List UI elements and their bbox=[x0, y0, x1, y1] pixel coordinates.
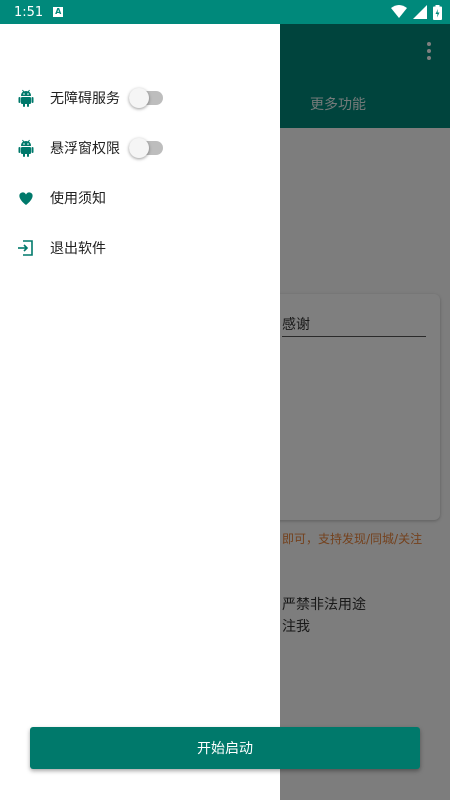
drawer-item-label: 退出软件 bbox=[50, 241, 106, 257]
drawer-item-accessibility[interactable]: 无障碍服务 bbox=[0, 73, 280, 123]
drawer-item-label: 悬浮窗权限 bbox=[50, 141, 120, 157]
drawer-item-exit[interactable]: 退出软件 bbox=[0, 223, 280, 273]
drawer-item-usage-notice[interactable]: 使用须知 bbox=[0, 173, 280, 223]
start-button[interactable]: 开始启动 bbox=[30, 727, 420, 769]
android-icon bbox=[18, 139, 34, 157]
battery-icon bbox=[433, 4, 442, 20]
notification-a-icon: A bbox=[53, 7, 64, 17]
android-icon bbox=[18, 89, 34, 107]
drawer-item-overlay-permission[interactable]: 悬浮窗权限 bbox=[0, 123, 280, 173]
drawer-item-label: 无障碍服务 bbox=[50, 91, 120, 107]
status-time: 1:51 bbox=[14, 4, 44, 20]
drawer-item-label: 使用须知 bbox=[50, 191, 106, 207]
wifi-icon bbox=[391, 5, 407, 18]
exit-icon bbox=[18, 240, 33, 256]
status-icons bbox=[391, 4, 442, 20]
overlay-permission-toggle[interactable] bbox=[129, 138, 163, 158]
navigation-drawer: 无障碍服务 悬浮窗权限 使用须知 退出软件 bbox=[0, 24, 280, 800]
signal-icon bbox=[413, 5, 427, 19]
accessibility-toggle[interactable] bbox=[129, 88, 163, 108]
heart-icon bbox=[19, 192, 33, 205]
status-bar: 1:51 A bbox=[0, 0, 450, 24]
